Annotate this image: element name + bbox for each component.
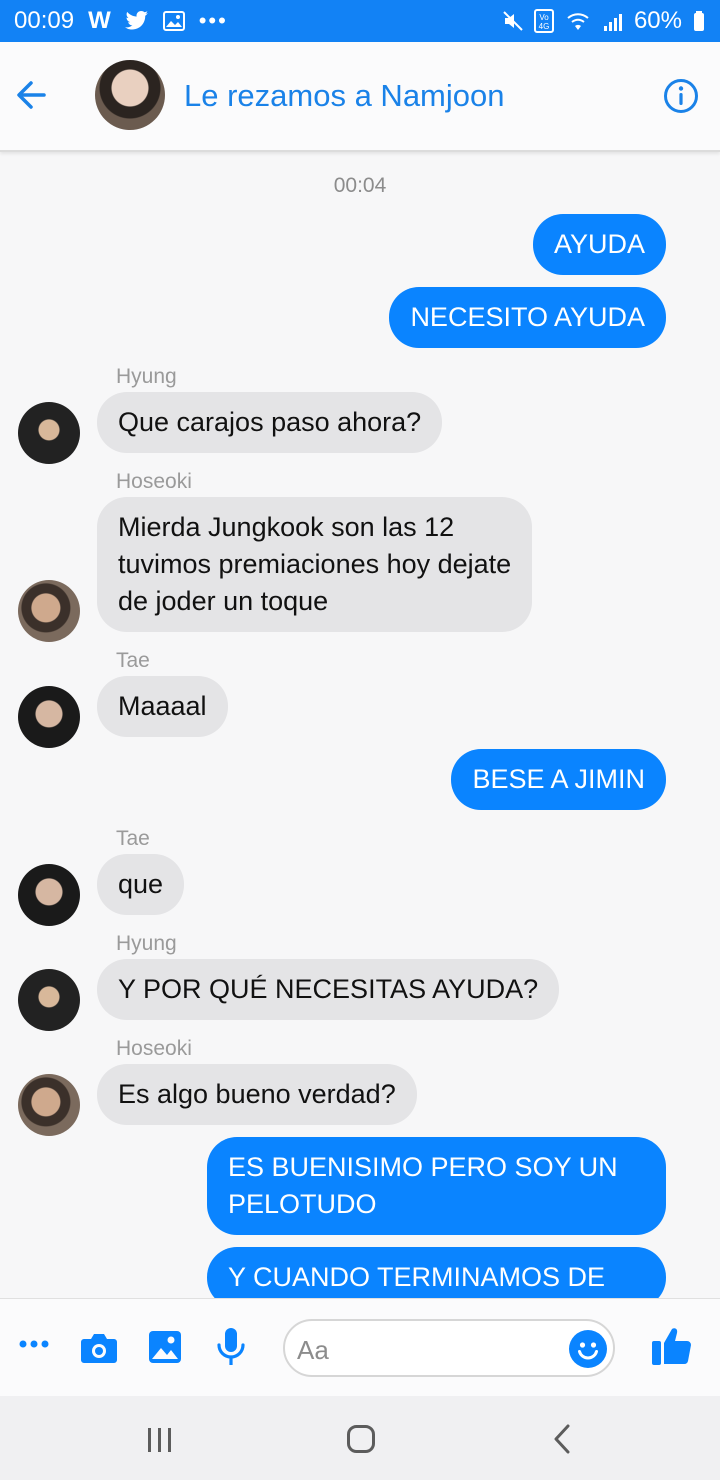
message-text: Mierda Jungkook son las 12: [118, 512, 455, 542]
avatar-hoseoki[interactable]: [18, 1074, 80, 1136]
svg-text:4G: 4G: [539, 22, 550, 31]
message-bubble-incoming[interactable]: que: [97, 854, 185, 915]
message-text: ES BUENISIMO PERO SOY UN: [228, 1152, 618, 1182]
status-time: 00:09: [14, 7, 75, 34]
message-input[interactable]: Aa: [283, 1319, 615, 1377]
avatar-hoseoki[interactable]: [18, 580, 80, 642]
emoji-icon: [570, 1331, 606, 1367]
mute-icon: [502, 10, 524, 32]
home-button[interactable]: [346, 1424, 376, 1459]
message-text: BESE A JIMIN: [472, 764, 645, 794]
message-input-placeholder: Aa: [297, 1335, 329, 1365]
message-text: Y CUANDO TERMINAMOS DE: [228, 1262, 606, 1292]
info-button[interactable]: [663, 78, 699, 114]
home-icon: [347, 1425, 375, 1453]
like-button[interactable]: [650, 1325, 694, 1372]
volte-icon: Vo 4G: [533, 9, 554, 33]
message-text: tuvimos premiaciones hoy dejate: [118, 549, 512, 579]
sender-name: Tae: [116, 649, 150, 672]
back-button[interactable]: [14, 78, 48, 112]
w-icon: W: [88, 7, 111, 34]
gallery-button[interactable]: [148, 1330, 182, 1369]
message-text: PELOTUDO: [228, 1189, 377, 1219]
image-icon: [149, 1331, 181, 1363]
system-navigation-bar: [0, 1396, 720, 1480]
message-text: Y POR QUÉ NECESITAS AYUDA?: [118, 974, 539, 1004]
chevron-left-icon: [554, 1424, 570, 1454]
sender-name: Hoseoki: [116, 470, 192, 493]
recent-apps-button[interactable]: [146, 1426, 174, 1459]
message-text: Es algo bueno verdad?: [118, 1079, 396, 1109]
sender-name: Tae: [116, 827, 150, 850]
chat-title[interactable]: Le rezamos a Namjoon: [184, 78, 505, 114]
message-composer: Aa: [0, 1298, 720, 1397]
camera-icon: [81, 1334, 117, 1363]
message-bubble-outgoing[interactable]: BESE A JIMIN: [451, 749, 666, 810]
message-text: Que carajos paso ahora?: [118, 407, 422, 437]
emoji-button[interactable]: [569, 1330, 607, 1368]
message-bubble-outgoing[interactable]: Y CUANDO TERMINAMOS DE: [207, 1247, 666, 1298]
message-text: NECESITO AYUDA: [410, 302, 645, 332]
svg-text:Vo: Vo: [539, 13, 549, 22]
microphone-icon: [217, 1328, 245, 1365]
info-icon: [664, 79, 698, 113]
message-bubble-outgoing[interactable]: ES BUENISIMO PERO SOY UN PELOTUDO: [207, 1137, 666, 1235]
twitter-icon: [124, 11, 149, 31]
camera-button[interactable]: [80, 1331, 118, 1370]
message-bubble-incoming[interactable]: Maaaal: [97, 676, 228, 737]
gallery-status-icon: [162, 11, 185, 31]
avatar-tae[interactable]: [18, 864, 80, 926]
status-bar: 00:09 W ••• Vo 4G 60%: [0, 0, 720, 42]
recent-apps-icon: [148, 1428, 171, 1452]
sender-name: Hyung: [116, 365, 177, 388]
message-text: que: [118, 869, 164, 899]
back-nav-button[interactable]: [552, 1424, 572, 1459]
message-text: de joder un toque: [118, 586, 329, 616]
arrow-left-icon: [17, 81, 46, 109]
message-text: AYUDA: [553, 229, 645, 259]
chat-area[interactable]: 00:04 AYUDA NECESITO AYUDA Hyung Que car…: [0, 152, 720, 1298]
avatar-hyung[interactable]: [18, 402, 80, 464]
message-text: Maaaal: [118, 691, 207, 721]
battery-icon: [692, 10, 706, 32]
wifi-icon: [564, 10, 592, 32]
battery-text: 60%: [633, 7, 682, 34]
avatar-tae[interactable]: [18, 686, 80, 748]
avatar-hyung[interactable]: [18, 969, 80, 1031]
message-bubble-incoming[interactable]: Es algo bueno verdad?: [97, 1064, 417, 1125]
chat-header: Le rezamos a Namjoon: [0, 42, 720, 152]
more-icon: [19, 1340, 49, 1348]
message-bubble-incoming[interactable]: Que carajos paso ahora?: [97, 392, 443, 453]
sender-name: Hyung: [116, 932, 177, 955]
thumbs-up-icon: [652, 1328, 691, 1365]
microphone-button[interactable]: [216, 1327, 246, 1372]
message-timestamp: 00:04: [333, 174, 387, 197]
message-bubble-incoming[interactable]: Y POR QUÉ NECESITAS AYUDA?: [97, 959, 560, 1020]
message-bubble-outgoing[interactable]: AYUDA: [532, 214, 666, 275]
message-bubble-incoming[interactable]: Mierda Jungkook son las 12 tuvimos premi…: [97, 497, 533, 632]
message-bubble-outgoing[interactable]: NECESITO AYUDA: [389, 287, 666, 348]
group-avatar[interactable]: [95, 60, 165, 130]
sender-name: Hoseoki: [116, 1037, 192, 1060]
more-notifications-icon: •••: [198, 8, 228, 33]
signal-icon: [602, 10, 624, 32]
more-button[interactable]: [18, 1337, 50, 1356]
